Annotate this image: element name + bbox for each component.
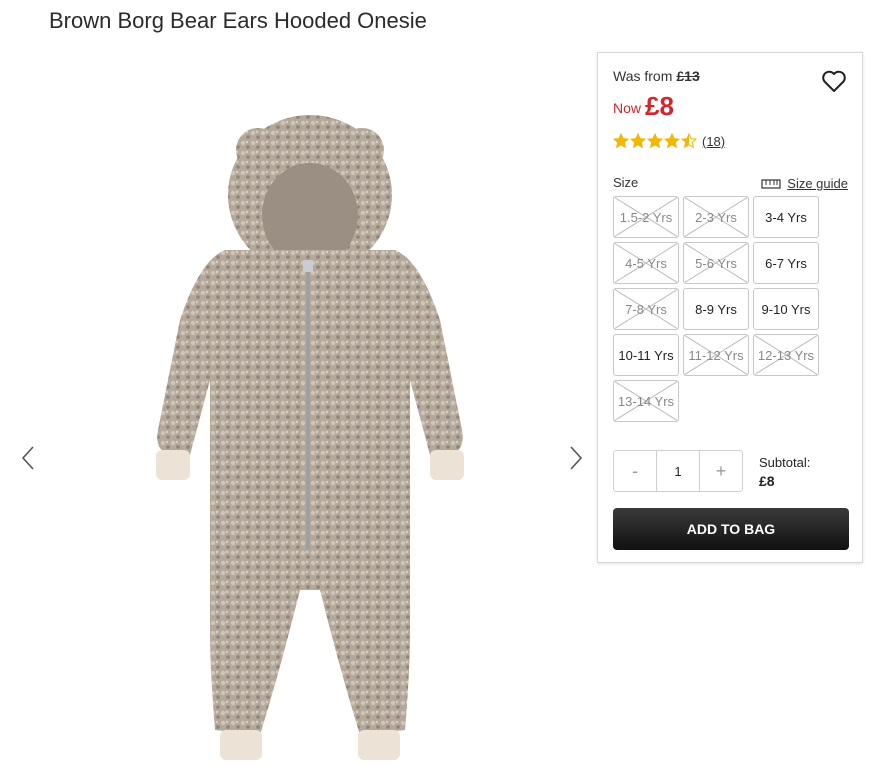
size-options: 1.5-2 Yrs 2-3 Yrs 3-4 Yrs 4-5 Yrs 5-6 Yrs 6-7… — [613, 196, 823, 422]
size-label: Size — [613, 175, 639, 190]
size-option-label: 13-14 Yrs — [617, 393, 675, 409]
size-option-label: 4-5 Yrs — [625, 255, 667, 271]
size-option[interactable]: 5-6 Yrs — [683, 242, 749, 284]
size-guide-label: Size guide — [787, 176, 848, 191]
star-rating — [613, 133, 697, 149]
heart-icon — [822, 70, 846, 92]
size-option[interactable]: 9-10 Yrs — [753, 288, 819, 330]
size-option[interactable]: 8-9 Yrs — [683, 288, 749, 330]
size-option-label: 10-11 Yrs — [618, 347, 674, 363]
rating: (18) — [613, 133, 725, 149]
chevron-left-icon — [21, 446, 34, 470]
next-image-button[interactable] — [566, 444, 586, 472]
size-option[interactable]: 6-7 Yrs — [753, 242, 819, 284]
star-icon — [613, 133, 629, 149]
size-option-label: 3-4 Yrs — [765, 209, 807, 225]
size-option-label: 12-13 Yrs — [757, 347, 815, 363]
size-option-label: 8-9 Yrs — [695, 301, 737, 317]
subtotal-value: £8 — [759, 473, 775, 489]
subtotal-label: Subtotal: — [759, 455, 811, 470]
add-to-bag-button[interactable]: ADD TO BAG — [613, 508, 849, 550]
size-option-label: 6-7 Yrs — [765, 255, 807, 271]
star-icon — [681, 133, 697, 149]
size-option[interactable]: 13-14 Yrs — [613, 380, 679, 422]
size-option-label: 1.5-2 Yrs — [619, 209, 673, 225]
was-price: Was from £13 — [613, 68, 700, 84]
purchase-panel: Was from £13 Now £8 (18) Size Size guide 1… — [597, 52, 863, 563]
reviews-link[interactable]: (18) — [702, 134, 725, 149]
star-icon — [630, 133, 646, 149]
chevron-right-icon — [570, 446, 583, 470]
size-option-label: 7-8 Yrs — [625, 301, 667, 317]
size-option-label: 9-10 Yrs — [761, 301, 811, 317]
quantity-stepper: - 1 + — [613, 450, 743, 492]
size-option[interactable]: 10-11 Yrs — [613, 334, 679, 376]
size-option[interactable]: 2-3 Yrs — [683, 196, 749, 238]
size-option[interactable]: 7-8 Yrs — [613, 288, 679, 330]
now-price-value: £8 — [645, 91, 674, 121]
decrease-quantity-button[interactable]: - — [614, 451, 656, 491]
size-option[interactable]: 3-4 Yrs — [753, 196, 819, 238]
was-price-value: £13 — [676, 68, 700, 84]
was-price-label: Was from — [613, 68, 673, 84]
size-option-label: 5-6 Yrs — [695, 255, 737, 271]
previous-image-button[interactable] — [18, 444, 38, 472]
increase-quantity-button[interactable]: + — [700, 451, 742, 491]
size-option-label: 11-12 Yrs — [688, 347, 744, 363]
size-guide-link[interactable]: Size guide — [761, 176, 848, 191]
size-option[interactable]: 4-5 Yrs — [613, 242, 679, 284]
size-option[interactable]: 12-13 Yrs — [753, 334, 819, 376]
star-icon — [664, 133, 680, 149]
size-option[interactable]: 1.5-2 Yrs — [613, 196, 679, 238]
quantity-value[interactable]: 1 — [656, 451, 700, 491]
product-image — [156, 115, 464, 760]
wishlist-button[interactable] — [820, 67, 848, 95]
product-gallery — [0, 50, 590, 760]
star-icon — [647, 133, 663, 149]
now-price: Now £8 — [613, 91, 674, 122]
size-option-label: 2-3 Yrs — [695, 209, 737, 225]
subtotal: Subtotal: £8 — [759, 454, 810, 490]
now-price-label: Now — [613, 100, 642, 116]
ruler-icon — [761, 178, 781, 189]
size-option[interactable]: 11-12 Yrs — [683, 334, 749, 376]
product-title: Brown Borg Bear Ears Hooded Onesie — [49, 8, 427, 33]
